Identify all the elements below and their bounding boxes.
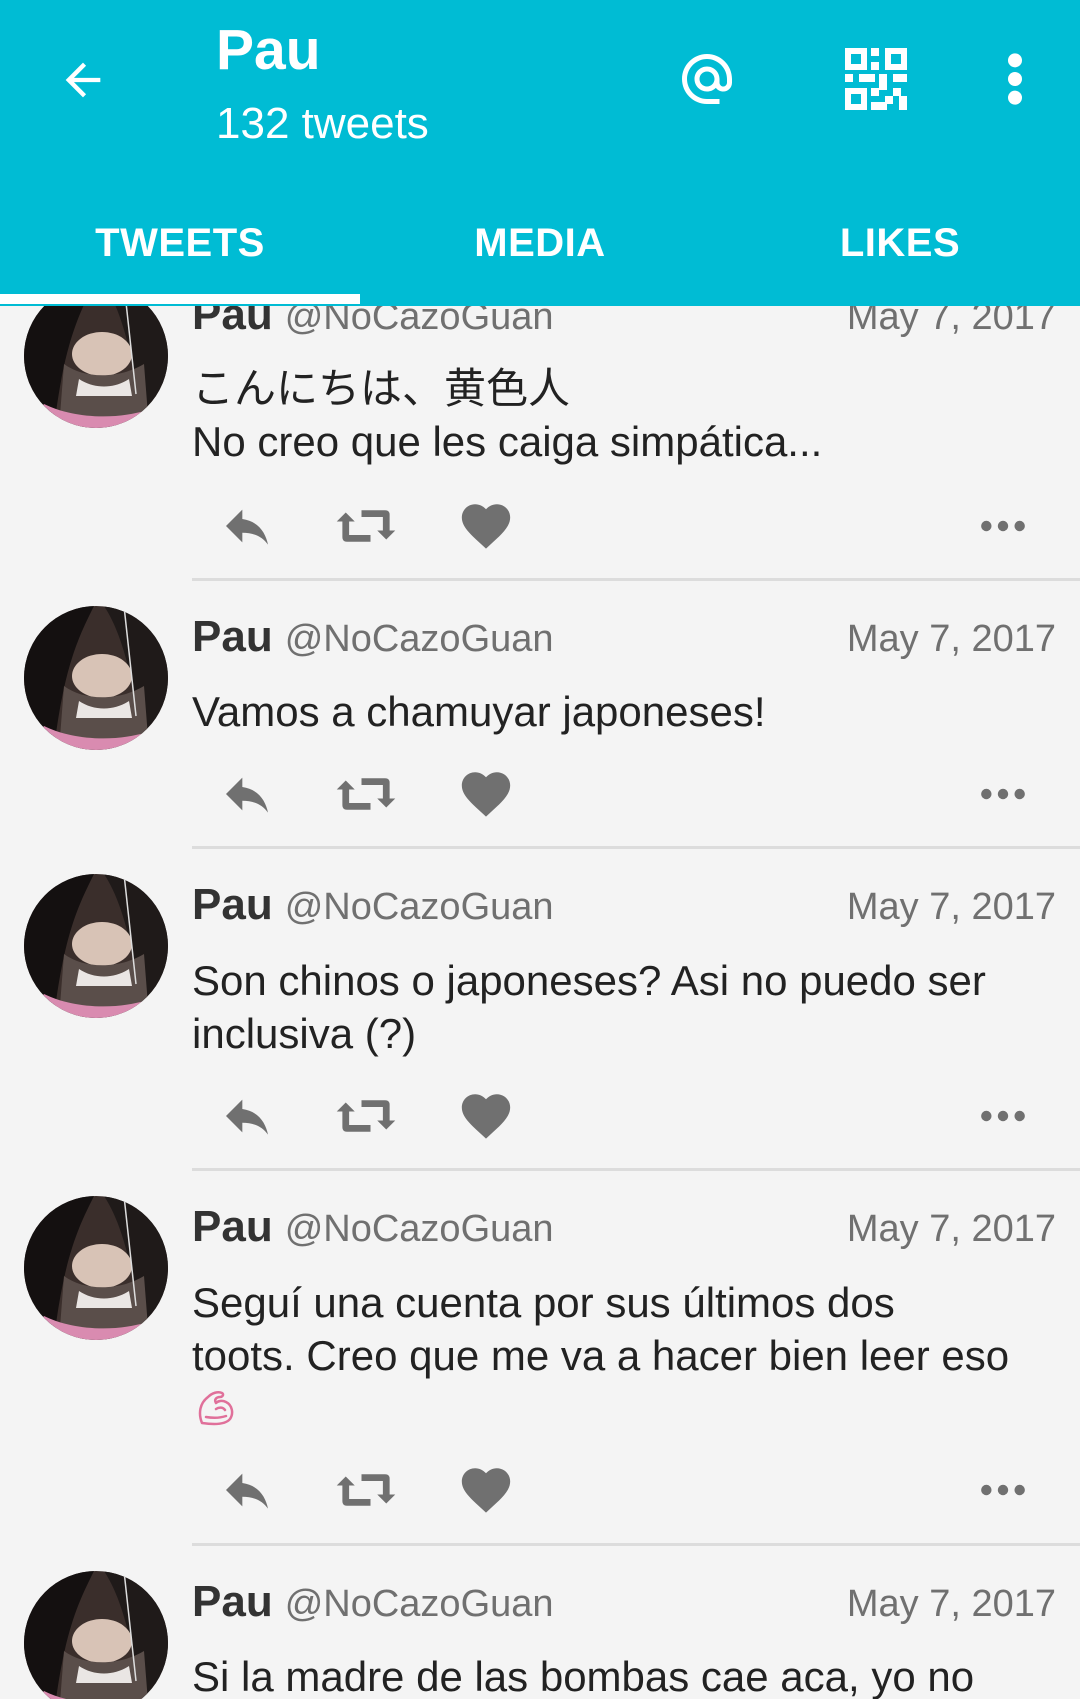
tweet-text-line: Seguí una cuenta por sus últimos dos: [192, 1279, 895, 1326]
tweet-text-line: Vamos a chamuyar japoneses!: [192, 688, 766, 735]
mention-button[interactable]: [670, 38, 744, 120]
retweet-icon: [331, 767, 401, 821]
retweet-icon: [331, 1089, 401, 1143]
tweet-text: Si la madre de las bombas cae aca, yo no: [192, 1650, 1056, 1699]
tab-indicator: [0, 294, 360, 304]
tweet-text: Son chinos o japoneses? Asi no puedo ser…: [192, 954, 1056, 1060]
author-name: Pau: [192, 612, 273, 661]
avatar[interactable]: [24, 1571, 168, 1699]
retweet-button[interactable]: [330, 1460, 402, 1520]
tweet-actions: [192, 1086, 1052, 1146]
tweet-text: Vamos a chamuyar japoneses!: [192, 685, 1056, 738]
tweet-text: Seguí una cuenta por sus últimos dos too…: [192, 1276, 1056, 1435]
tweet-actions: [192, 496, 1052, 556]
retweet-icon: [331, 1463, 401, 1517]
divider: [192, 1543, 1080, 1546]
more-horizontal-icon: [978, 785, 1028, 803]
qr-code-icon: [845, 48, 907, 110]
tweet-more-button[interactable]: [972, 1460, 1034, 1520]
tweet-text-line: Son chinos o japoneses? Asi no puedo ser: [192, 957, 986, 1004]
more-vertical-icon: [1008, 53, 1022, 105]
avatar[interactable]: [24, 606, 168, 750]
tab-tweets[interactable]: TWEETS: [0, 180, 360, 306]
author-handle: @NoCazoGuan: [284, 618, 554, 660]
reply-button[interactable]: [212, 1460, 282, 1520]
author-handle: @NoCazoGuan: [284, 1583, 554, 1625]
heart-icon: [457, 1087, 515, 1145]
tweet-text-line: [192, 1382, 1056, 1435]
tweet-date: May 7, 2017: [846, 886, 1056, 928]
divider: [192, 578, 1080, 581]
retweet-button[interactable]: [330, 496, 402, 556]
retweet-icon: [331, 499, 401, 553]
reply-icon: [214, 766, 280, 822]
author-handle: @NoCazoGuan: [284, 1208, 554, 1250]
avatar[interactable]: [24, 874, 168, 1018]
tweet-author: Pau @NoCazoGuan: [192, 1577, 554, 1629]
reply-button[interactable]: [212, 496, 282, 556]
tweet-text-line: こんにちは、黄色人: [192, 365, 571, 412]
tweet-text-line: No creo que les caiga simpática...: [192, 418, 823, 465]
heart-icon: [457, 1461, 515, 1519]
like-button[interactable]: [456, 496, 516, 556]
like-button[interactable]: [456, 1086, 516, 1146]
heart-icon: [457, 765, 515, 823]
more-horizontal-icon: [978, 1481, 1028, 1499]
tweet-text-line: toots. Creo que me va a hacer bien leer …: [192, 1332, 1010, 1379]
flexed-biceps-emoji: [198, 1390, 234, 1426]
retweet-button[interactable]: [330, 764, 402, 824]
reply-button[interactable]: [212, 764, 282, 824]
tweet-date: May 7, 2017: [846, 1583, 1056, 1625]
back-arrow-icon: [65, 62, 101, 98]
divider: [192, 1168, 1080, 1171]
divider: [192, 846, 1080, 849]
qr-code-button[interactable]: [840, 38, 912, 120]
reply-icon: [214, 1088, 280, 1144]
tweet-date: May 7, 2017: [846, 1208, 1056, 1250]
tweet-text-line: Si la madre de las bombas cae aca, yo no: [192, 1653, 975, 1699]
tweet-author: Pau @NoCazoGuan: [192, 1202, 554, 1254]
reply-icon: [214, 1462, 280, 1518]
tweet-actions: [192, 1460, 1052, 1520]
tweet-author: Pau @NoCazoGuan: [192, 880, 554, 932]
tweet-more-button[interactable]: [972, 496, 1034, 556]
tweet-date: May 7, 2017: [846, 618, 1056, 660]
author-name: Pau: [192, 1577, 273, 1626]
tab-media[interactable]: MEDIA: [360, 180, 720, 306]
more-horizontal-icon: [978, 1107, 1028, 1125]
app-bar: Pau 132 tweets TWEETS MEDIA LIKES: [0, 0, 1080, 306]
tweet-text-line: inclusiva (?): [192, 1010, 417, 1057]
author-handle: @NoCazoGuan: [284, 886, 554, 928]
tab-likes[interactable]: LIKES: [720, 180, 1080, 306]
reply-button[interactable]: [212, 1086, 282, 1146]
avatar[interactable]: [24, 1196, 168, 1340]
like-button[interactable]: [456, 1460, 516, 1520]
profile-tabs: TWEETS MEDIA LIKES: [0, 180, 1080, 306]
tweet-text: こんにちは、黄色人 No creo que les caiga simpátic…: [192, 362, 1056, 468]
page-title: Pau: [216, 18, 321, 82]
tweet-count: 132 tweets: [216, 99, 429, 148]
like-button[interactable]: [456, 764, 516, 824]
retweet-button[interactable]: [330, 1086, 402, 1146]
overflow-menu-button[interactable]: [990, 38, 1040, 120]
tweet-author: Pau @NoCazoGuan: [192, 612, 554, 664]
reply-icon: [214, 498, 280, 554]
author-name: Pau: [192, 880, 273, 929]
author-name: Pau: [192, 1202, 273, 1251]
tweet-actions: [192, 764, 1052, 824]
more-horizontal-icon: [978, 517, 1028, 535]
back-button[interactable]: [48, 40, 118, 120]
at-mention-icon: [682, 54, 732, 104]
heart-icon: [457, 497, 515, 555]
tweet-more-button[interactable]: [972, 764, 1034, 824]
tweet-more-button[interactable]: [972, 1086, 1034, 1146]
